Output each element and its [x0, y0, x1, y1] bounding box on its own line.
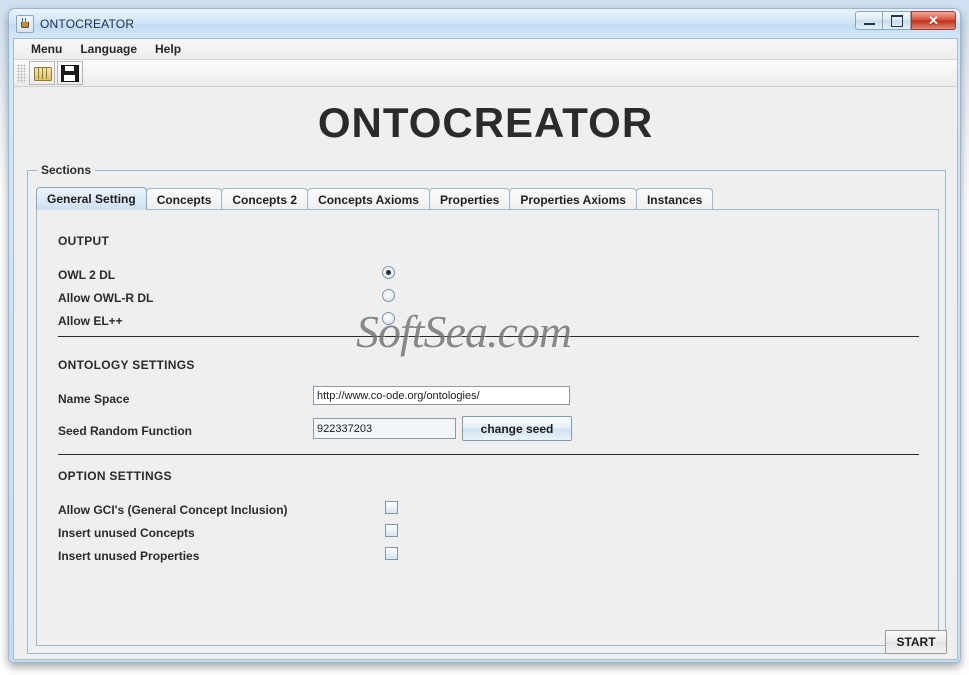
tool-bar [14, 60, 957, 87]
checkbox-insert-unused-properties[interactable] [385, 547, 398, 560]
divider-output [58, 336, 919, 337]
label-insert-unused-concepts: Insert unused Concepts [58, 526, 195, 540]
save-button[interactable] [57, 61, 83, 85]
minimize-button[interactable] [855, 11, 883, 30]
app-heading: ONTOCREATOR [317, 99, 654, 146]
tab-panel-general-setting: OUTPUT OWL 2 DL Allow OWL-R DL Allow EL+… [36, 209, 939, 646]
tab-general-setting[interactable]: General Setting [36, 187, 147, 210]
checkbox-insert-unused-concepts[interactable] [385, 524, 398, 537]
label-insert-unused-properties: Insert unused Properties [58, 549, 200, 563]
tab-properties-axioms[interactable]: Properties Axioms [509, 188, 637, 210]
option-settings-title: OPTION SETTINGS [58, 469, 172, 483]
tab-instances[interactable]: Instances [635, 188, 714, 210]
seed-input[interactable]: 922337203 [313, 418, 456, 439]
tab-concepts[interactable]: Concepts [145, 188, 223, 210]
change-seed-button[interactable]: change seed [462, 416, 572, 441]
radio-allow-el-plus-plus[interactable] [382, 312, 395, 325]
open-button[interactable] [29, 61, 55, 85]
maximize-icon [890, 14, 903, 27]
label-allow-owl-r-dl: Allow OWL-R DL [58, 291, 154, 305]
menu-item-help[interactable]: Help [146, 40, 190, 58]
sections-group: Sections General Setting Concepts Concep… [27, 163, 946, 654]
toolbar-drag-handle[interactable] [17, 63, 26, 83]
maximize-button[interactable] [883, 11, 911, 30]
ontology-settings-title: ONTOLOGY SETTINGS [58, 358, 195, 372]
screenshot-root: ONTOCREATOR ✕ Menu Language Help ONTOCRE… [0, 0, 969, 675]
output-section-title: OUTPUT [58, 234, 110, 248]
label-allow-gci: Allow GCI's (General Concept Inclusion) [58, 503, 288, 517]
window-controls: ✕ [855, 11, 956, 30]
label-allow-el-plus-plus: Allow EL++ [58, 314, 123, 328]
divider-ontology-settings [58, 454, 919, 455]
title-bar: ONTOCREATOR ✕ [9, 9, 960, 38]
menu-item-menu[interactable]: Menu [22, 40, 71, 58]
close-button[interactable]: ✕ [911, 11, 956, 30]
minimize-icon [863, 22, 875, 25]
java-app-icon [16, 14, 34, 33]
name-space-input[interactable]: http://www.co-ode.org/ontologies/ [313, 386, 570, 405]
application-window: ONTOCREATOR ✕ Menu Language Help ONTOCRE… [8, 8, 961, 663]
radio-allow-owl-r-dl[interactable] [382, 289, 395, 302]
menu-item-language[interactable]: Language [71, 40, 146, 58]
tab-strip: General Setting Concepts Concepts 2 Conc… [36, 187, 714, 210]
label-name-space: Name Space [58, 392, 130, 406]
tab-concepts-2[interactable]: Concepts 2 [221, 188, 309, 210]
label-seed-random-function: Seed Random Function [58, 424, 193, 438]
checkbox-allow-gci[interactable] [385, 501, 398, 514]
start-button[interactable]: START [885, 630, 947, 654]
sections-group-label: Sections [37, 163, 96, 177]
label-owl-2-dl: OWL 2 DL [58, 268, 116, 282]
tab-properties[interactable]: Properties [428, 188, 511, 210]
menu-bar: Menu Language Help [14, 39, 957, 60]
radio-owl-2-dl[interactable] [382, 266, 395, 279]
open-folder-icon [33, 66, 52, 81]
window-title: ONTOCREATOR [40, 16, 135, 31]
client-area: Menu Language Help ONTOCREATOR Sections [13, 38, 958, 660]
tab-concepts-axioms[interactable]: Concepts Axioms [307, 188, 430, 210]
save-floppy-icon [61, 64, 79, 82]
